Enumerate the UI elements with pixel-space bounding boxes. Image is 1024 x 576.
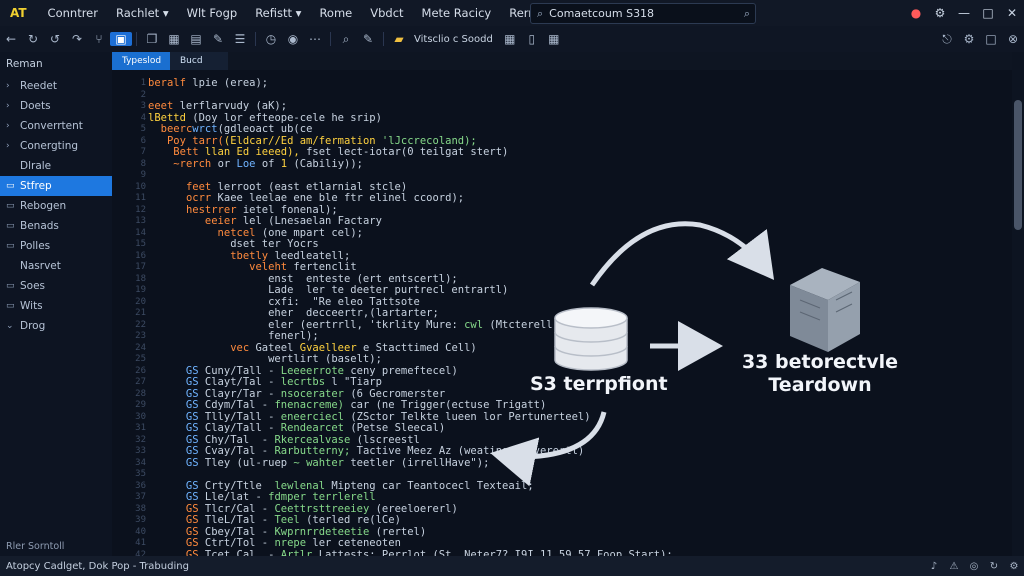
toolbar-divider	[330, 32, 331, 46]
grid-icon[interactable]: ▦	[163, 32, 185, 46]
grid-icon[interactable]: ▦	[543, 32, 565, 46]
menu-item[interactable]: Refistt ▾	[255, 6, 301, 20]
menu-item[interactable]: Conntrer	[48, 6, 98, 20]
sync-icon[interactable]: ↻	[984, 561, 1004, 572]
app-logo: AT	[10, 6, 27, 20]
menu-item[interactable]: Wlt Fogp	[187, 6, 238, 20]
sidebar-item[interactable]: › Reedet	[0, 76, 112, 96]
sidebar-item[interactable]: ⌄ Drog	[0, 316, 112, 336]
refresh-icon[interactable]: ↻	[22, 32, 44, 46]
list-icon[interactable]: ☰	[229, 32, 251, 46]
folder-icon: ▭	[6, 281, 15, 291]
menu-item[interactable]: Mete Racicy	[422, 6, 492, 20]
folder-icon: ▭	[6, 301, 15, 311]
sidebar-item[interactable]: ▭ Wits	[0, 296, 112, 316]
search-icon: ⌕	[537, 6, 544, 20]
edit-icon[interactable]: ✎	[207, 32, 229, 46]
workspace-label[interactable]: Vitsclio c Soodd	[414, 34, 493, 45]
chevron-right-icon: ›	[6, 81, 10, 91]
tab-active[interactable]: Typeslod	[112, 52, 170, 70]
layout-icon[interactable]: ▦	[499, 32, 521, 46]
sidebar-section: Dlrale	[20, 160, 52, 172]
toolbar-divider	[255, 32, 256, 46]
code-line[interactable]: ~rerch or Loe of 1 (Cabiliy));	[148, 158, 673, 171]
more-icon[interactable]: ⋯	[304, 32, 326, 46]
chevron-down-icon: ⌄	[6, 321, 14, 331]
status-text: Atopcy Cadlget, Dok Pop - Trabuding	[6, 560, 189, 572]
folder-icon: ▭	[6, 221, 15, 231]
scrollbar-thumb[interactable]	[1014, 100, 1022, 230]
diagram-left-label: S3 terrpfiont	[530, 373, 668, 395]
status-bar: Atopcy Cadlget, Dok Pop - Trabuding ♪ ⚠ …	[0, 556, 1024, 576]
camera-icon[interactable]: ◉	[282, 32, 304, 46]
search-icon[interactable]: ⌕	[335, 32, 357, 47]
folder-icon: ▭	[6, 181, 15, 191]
folder-icon[interactable]: ▰	[388, 32, 410, 46]
code-editor[interactable]: 1 2 3 4 5 6 7 8 9 10 11 12 13 14 15 16 17 18 19 20 21 22 23 24 2…	[112, 70, 1012, 556]
sidebar-item[interactable]: ▭ Polles	[0, 236, 112, 256]
sidebar-footer: Rler Sorntoll	[6, 541, 65, 552]
terminal-icon[interactable]: ▣	[110, 32, 132, 46]
sidebar-item[interactable]: › Conergting	[0, 136, 112, 156]
search-input-value: Comaetcoum S318	[549, 7, 655, 20]
settings-icon[interactable]: ⚙	[1004, 561, 1024, 572]
editor-tabs: Typeslod Bucd	[112, 52, 1024, 70]
redo-icon[interactable]: ↷	[66, 32, 88, 46]
warning-icon[interactable]: ⚠	[944, 561, 964, 572]
branch-icon[interactable]: ⑂	[88, 32, 110, 46]
sidebar-item-selected[interactable]: ▭ Stfrep	[0, 176, 112, 196]
toolbar-divider	[136, 32, 137, 46]
delete-icon[interactable]: ▤	[185, 32, 207, 46]
menu-bar: AT Conntrer Rachlet ▾ Wlt Fogp Refistt ▾…	[0, 0, 1024, 26]
notification-icon[interactable]: ●	[904, 6, 928, 20]
maximize-icon[interactable]: □	[976, 6, 1000, 20]
menu-item[interactable]: Rome	[319, 6, 352, 20]
sidebar-item[interactable]: ▭ Benads	[0, 216, 112, 236]
sidebar-header: Reman	[6, 58, 43, 70]
back-icon[interactable]: ←	[0, 32, 22, 46]
tab[interactable]: Bucd	[170, 52, 228, 70]
info-icon[interactable]: ◎	[964, 561, 984, 572]
sidebar-item[interactable]: › Converrtent	[0, 116, 112, 136]
minimize-icon[interactable]: —	[952, 6, 976, 20]
bookmark-icon[interactable]: ▯	[521, 32, 543, 46]
menu-item[interactable]: Vbdct	[370, 6, 403, 20]
scrollbar[interactable]	[1012, 52, 1024, 556]
chevron-right-icon: ›	[6, 101, 10, 111]
line-gutter: 1 2 3 4 5 6 7 8 9 10 11 12 13 14 15 16 17 18 19 20 21 22 23 24 2…	[135, 78, 146, 556]
undo-icon[interactable]: ↺	[44, 32, 66, 46]
chevron-right-icon: ›	[6, 141, 10, 151]
settings-icon[interactable]: ⚙	[958, 32, 980, 46]
search-field[interactable]: ⌕ Comaetcoum S318 ⌕	[530, 3, 756, 24]
code-content[interactable]: beralf lpie (erea); eeet lerflarvudy (aK…	[148, 77, 673, 556]
clock-icon[interactable]: ◷	[260, 32, 282, 46]
chevron-down-icon: ▾	[162, 6, 169, 20]
sidebar-section: Nasrvet	[20, 260, 61, 272]
sidebar: Reman › Reedet › Doets › Converrtent › Coner…	[0, 52, 113, 556]
sidebar-item[interactable]: › Doets	[0, 96, 112, 116]
toolbar: ← ↻ ↺ ↷ ⑂ ▣ ❐ ▦ ▤ ✎ ☰ ◷ ◉ ⋯ ⌕ ✎ ▰ Vitscl…	[0, 26, 1024, 53]
bell-icon[interactable]: ♪	[924, 561, 944, 572]
toolbar-divider	[383, 32, 384, 46]
copy-icon[interactable]: ❐	[141, 32, 163, 46]
sidebar-item[interactable]: ▭ Soes	[0, 276, 112, 296]
chevron-right-icon: ›	[6, 121, 10, 131]
window-icon[interactable]: □	[980, 32, 1002, 46]
code-line[interactable]: GS Tley (ul-ruep ~ wahter teetler (irrel…	[148, 457, 673, 470]
close-icon[interactable]: ⊗	[1002, 32, 1024, 46]
code-line[interactable]: beralf lpie (erea);	[148, 77, 673, 90]
close-icon[interactable]: ✕	[1000, 6, 1024, 20]
folder-icon: ▭	[6, 241, 15, 251]
search-icon[interactable]: ⌕	[744, 7, 750, 21]
folder-icon: ▭	[6, 201, 15, 211]
sidebar-item[interactable]: ▭ Rebogen	[0, 196, 112, 216]
chevron-down-icon: ▾	[295, 6, 302, 20]
share-icon[interactable]: ⎋	[936, 32, 958, 47]
settings-icon[interactable]: ⚙	[928, 6, 952, 20]
menu-item[interactable]: Rachlet ▾	[116, 6, 169, 20]
diagram-right-label: 33 betorectvle Teardown	[741, 351, 899, 396]
format-icon[interactable]: ✎	[357, 32, 379, 46]
